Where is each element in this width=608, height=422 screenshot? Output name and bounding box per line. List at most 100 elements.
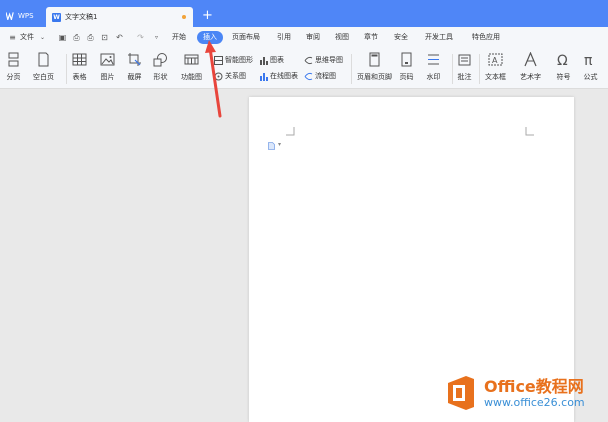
undo-icon[interactable]: ↶	[115, 33, 124, 42]
page-break-button[interactable]: 分页	[6, 52, 21, 82]
menu-developer-tools[interactable]: 开发工具	[425, 27, 453, 48]
chevron-down-icon[interactable]: ⌄	[38, 33, 47, 42]
blank-page-button[interactable]: 空白页	[33, 52, 54, 82]
symbol-button[interactable]: Ω 符号	[556, 52, 571, 82]
chart-button[interactable]: 图表	[259, 54, 284, 66]
page-number-icon	[401, 52, 412, 67]
export-pdf-icon[interactable]: ⎙	[72, 33, 81, 42]
menu-home[interactable]: 开始	[172, 27, 186, 48]
page-number-label: 页码	[399, 73, 414, 81]
page-break-label: 分页	[6, 73, 21, 81]
page-break-icon	[8, 52, 19, 67]
header-footer-label: 页眉和页脚	[357, 73, 392, 81]
text-box-button[interactable]: A 文本框	[485, 52, 506, 82]
menu-review[interactable]: 审阅	[306, 27, 320, 48]
wps-home-tab[interactable]: WPS	[6, 9, 34, 22]
picture-label: 图片	[100, 73, 115, 81]
table-label: 表格	[72, 73, 87, 81]
text-box-icon: A	[488, 53, 503, 66]
customize-toolbar-icon[interactable]: ▿	[152, 33, 161, 42]
menu-chapter[interactable]: 章节	[364, 27, 378, 48]
smart-graphic-label: 智能图形	[225, 56, 253, 64]
function-chart-icon	[184, 54, 199, 65]
watermark-icon	[428, 54, 439, 65]
header-footer-icon	[369, 52, 380, 67]
site-watermark: Office教程网 www.office26.com	[444, 375, 585, 411]
document-tab-label: 文字文稿1	[65, 13, 98, 21]
table-button[interactable]: 表格	[72, 52, 87, 82]
blank-page-label: 空白页	[33, 73, 54, 81]
menu-view[interactable]: 视图	[335, 27, 349, 48]
smart-graphic-button[interactable]: 智能图形	[214, 54, 253, 66]
pi-formula-icon: π	[584, 53, 593, 67]
office-logo-icon	[448, 376, 474, 410]
flow-chart-label: 流程图	[315, 72, 336, 80]
watermark-button[interactable]: 水印	[426, 52, 441, 82]
online-chart-button[interactable]: 在线图表	[259, 70, 298, 82]
flow-chart-button[interactable]: 流程图	[304, 70, 336, 82]
insert-ribbon: 分页 空白页 表格 图片 截屏 形状 功能图 智能图形 关系图 图表 在线图表	[0, 48, 608, 89]
ribbon-divider	[452, 54, 453, 84]
comment-button[interactable]: 批注	[457, 52, 472, 82]
table-icon	[72, 53, 87, 66]
print-preview-icon[interactable]: ⊡	[100, 33, 109, 42]
formula-button[interactable]: π 公式	[583, 52, 598, 82]
menu-insert[interactable]: 插入	[197, 31, 223, 44]
relation-graph-label: 关系图	[225, 72, 246, 80]
document-tab[interactable]: W 文字文稿1	[46, 7, 193, 27]
svg-text:A: A	[492, 56, 498, 65]
shape-button[interactable]: 形状	[153, 52, 168, 82]
flow-chart-icon	[304, 72, 313, 80]
wps-tab-label: WPS	[18, 11, 34, 20]
symbol-label: 符号	[556, 73, 571, 81]
file-menu[interactable]: 文件	[20, 27, 34, 48]
header-footer-button[interactable]: 页眉和页脚	[357, 52, 392, 82]
function-chart-label: 功能图	[181, 73, 202, 81]
relation-graph-icon	[214, 72, 223, 80]
new-tab-button[interactable]: +	[202, 9, 213, 22]
formula-label: 公式	[583, 73, 598, 81]
online-chart-icon	[260, 72, 268, 81]
word-art-label: 艺术字	[520, 73, 541, 81]
wps-logo-icon	[6, 11, 14, 20]
menu-references[interactable]: 引用	[277, 27, 291, 48]
screenshot-button[interactable]: 截屏	[127, 52, 142, 82]
print-icon[interactable]: ⎙	[86, 33, 95, 42]
mind-map-label: 思维导图	[315, 56, 343, 64]
paragraph-dropdown-icon[interactable]: ▾	[278, 141, 281, 148]
picture-icon	[100, 53, 115, 66]
margin-corner-top-right	[525, 127, 534, 136]
text-box-label: 文本框	[485, 73, 506, 81]
smart-graphic-icon	[214, 55, 223, 65]
shape-icon	[153, 53, 167, 67]
redo-icon[interactable]: ↷	[136, 33, 145, 42]
watermark-url: www.office26.com	[484, 395, 585, 409]
paragraph-icon[interactable]	[268, 142, 275, 150]
menu-page-layout[interactable]: 页面布局	[232, 27, 260, 48]
word-art-icon	[524, 52, 537, 67]
menu-special-apps[interactable]: 特色应用	[472, 27, 500, 48]
function-chart-button[interactable]: 功能图	[181, 52, 202, 82]
online-chart-label: 在线图表	[270, 72, 298, 80]
svg-text:π: π	[584, 53, 593, 67]
mind-map-button[interactable]: 思维导图	[304, 54, 343, 66]
menu-security[interactable]: 安全	[394, 27, 408, 48]
document-page[interactable]	[249, 97, 574, 422]
omega-symbol-icon: Ω	[557, 53, 568, 67]
page-number-button[interactable]: 页码	[399, 52, 414, 82]
chart-label: 图表	[270, 56, 284, 64]
comment-label: 批注	[457, 73, 472, 81]
save-icon[interactable]: ▣	[58, 33, 67, 42]
word-doc-icon: W	[52, 12, 61, 22]
ribbon-divider	[66, 54, 67, 84]
bar-chart-icon	[260, 56, 268, 65]
menu-bar: ≡ 文件 ⌄ ▣ ⎙ ⎙ ⊡ ↶ ↷ ▿ 开始 插入 页面布局 引用 审阅 视图…	[0, 27, 608, 48]
comment-icon	[458, 54, 471, 66]
picture-button[interactable]: 图片	[100, 52, 115, 82]
watermark-title: Office教程网	[484, 376, 584, 396]
screenshot-label: 截屏	[127, 73, 142, 81]
relation-graph-button[interactable]: 关系图	[214, 70, 246, 82]
mind-map-icon	[304, 56, 313, 64]
hamburger-menu-icon[interactable]: ≡	[8, 33, 17, 42]
word-art-button[interactable]: 艺术字	[520, 52, 541, 82]
